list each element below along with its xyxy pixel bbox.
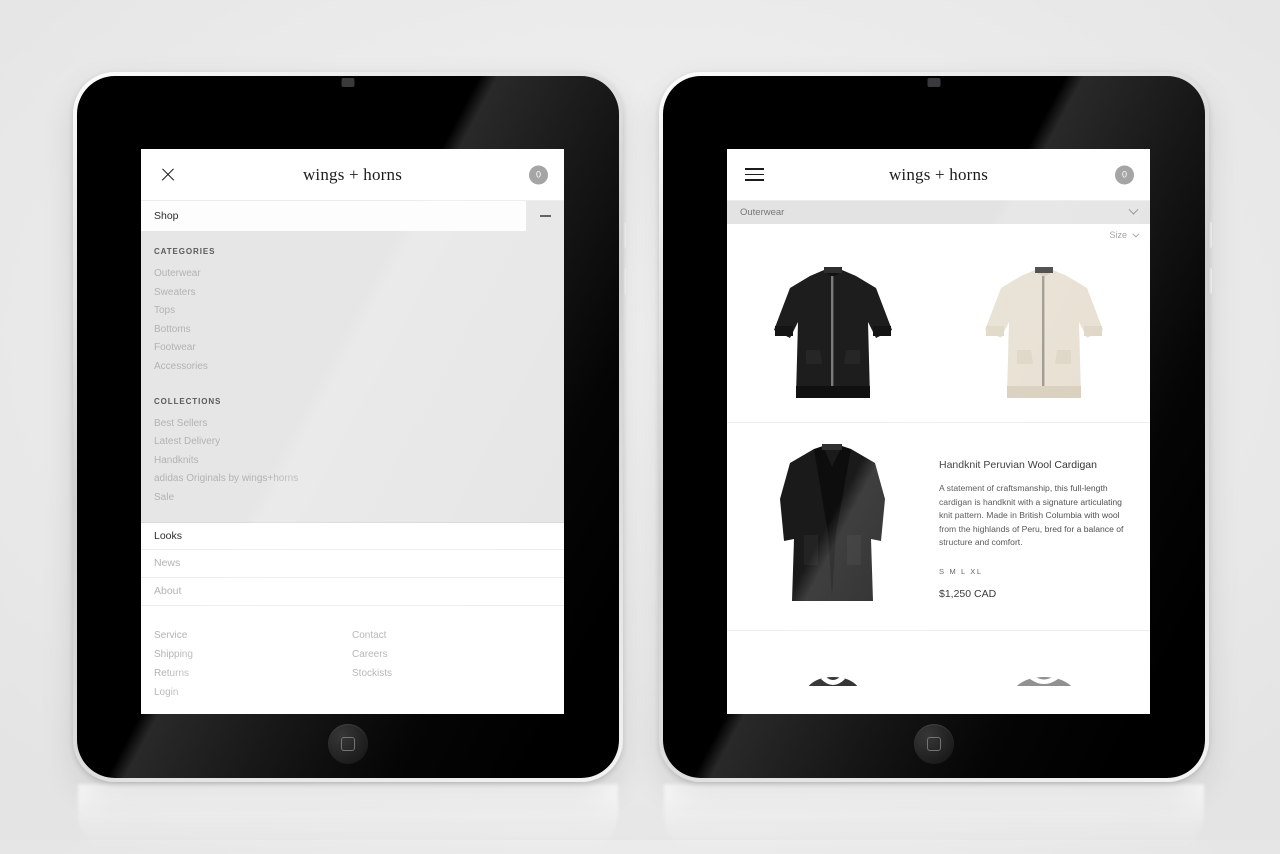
- volume-up-button[interactable]: [622, 222, 626, 248]
- sidebar-item-bottoms[interactable]: Bottoms: [154, 321, 564, 340]
- sidebar-item-handknits[interactable]: Handknits: [154, 452, 564, 471]
- right-screen: wings + horns 0 Outerwear Size Handknit …: [727, 149, 1150, 714]
- product-title: Handknit Peruvian Wool Cardigan: [939, 459, 1097, 471]
- chevron-down-icon: [1132, 230, 1140, 238]
- black-zip-cardigan-image: [773, 267, 892, 398]
- collections-heading: COLLECTIONS: [154, 396, 222, 406]
- sidebar-item-shop[interactable]: Shop: [141, 201, 526, 231]
- featured-product-row: Handknit Peruvian Wool Cardigan A statem…: [727, 423, 1150, 631]
- sidebar-item-accessories[interactable]: Accessories: [154, 358, 564, 377]
- footer-link-login[interactable]: Login: [154, 683, 352, 702]
- sidebar-item-latest-delivery[interactable]: Latest Delivery: [154, 433, 564, 452]
- right-tablet-bezel: wings + horns 0 Outerwear Size Handknit …: [663, 76, 1205, 778]
- left-tablet-device: wings + horns 0 Shop CATEGORIES Outerwea…: [73, 72, 626, 782]
- home-button[interactable]: [914, 724, 954, 764]
- nav-shop-row: Shop: [141, 201, 564, 231]
- product-grid-row: [727, 246, 1150, 423]
- product-price: $1,250 CAD: [939, 587, 997, 600]
- product-sizes[interactable]: S M L XL: [939, 567, 1129, 576]
- sidebar-item-sweaters[interactable]: Sweaters: [154, 284, 564, 303]
- close-icon: [160, 167, 176, 183]
- product-description: A statement of craftsmanship, this full-…: [939, 483, 1124, 547]
- sidebar-item-footwear[interactable]: Footwear: [154, 339, 564, 358]
- size-filter-label: Size: [1109, 230, 1127, 240]
- footer-link-stockists[interactable]: Stockists: [352, 664, 550, 683]
- sidebar-item-best-sellers[interactable]: Best Sellers: [154, 415, 564, 434]
- close-menu-button[interactable]: [157, 164, 179, 186]
- featured-product-image-cell[interactable]: [740, 437, 925, 612]
- home-button[interactable]: [328, 724, 368, 764]
- product-card[interactable]: [738, 669, 928, 686]
- left-screen: wings + horns 0 Shop CATEGORIES Outerwea…: [141, 149, 564, 714]
- home-square-icon: [927, 737, 941, 751]
- volume-down-button[interactable]: [622, 268, 626, 294]
- categories-heading: CATEGORIES: [154, 247, 216, 256]
- sidebar-item-adidas-originals[interactable]: adidas Originals by wings+horns: [154, 470, 564, 489]
- hamburger-icon: [744, 168, 764, 181]
- next-product-row: [727, 631, 1150, 686]
- home-square-icon: [341, 737, 355, 751]
- open-menu-button[interactable]: [743, 164, 765, 186]
- product-card[interactable]: [738, 256, 928, 406]
- right-tablet-device: wings + horns 0 Outerwear Size Handknit …: [659, 72, 1212, 782]
- left-device-reflection: [78, 784, 618, 854]
- shop-submenu: CATEGORIES Outerwear Sweaters Tops Botto…: [141, 231, 564, 522]
- size-filter-dropdown[interactable]: Size: [727, 224, 1150, 246]
- footer-links: Service Shipping Returns Login Contact C…: [141, 605, 564, 714]
- footer-link-shipping[interactable]: Shipping: [154, 645, 352, 664]
- footer-column-two: Contact Careers Stockists: [352, 626, 550, 714]
- left-tablet-bezel: wings + horns 0 Shop CATEGORIES Outerwea…: [77, 76, 619, 778]
- minus-icon: [539, 215, 551, 217]
- product-card[interactable]: [949, 669, 1139, 686]
- cart-badge[interactable]: 0: [1115, 165, 1134, 184]
- brand-logo: wings + horns: [888, 164, 989, 184]
- front-camera-icon: [927, 78, 941, 87]
- footer-column-one: Service Shipping Returns Login: [154, 626, 352, 714]
- sidebar-item-tops[interactable]: Tops: [154, 302, 564, 321]
- footer-link-returns[interactable]: Returns: [154, 664, 352, 683]
- right-app-header: wings + horns 0: [727, 149, 1150, 201]
- cart-badge[interactable]: 0: [529, 165, 548, 184]
- footer-link-careers[interactable]: Careers: [352, 645, 550, 664]
- sidebar-item-outerwear[interactable]: Outerwear: [154, 265, 564, 284]
- chevron-down-icon: [1128, 204, 1139, 215]
- front-camera-icon: [341, 78, 355, 87]
- shop-label: Shop: [154, 210, 179, 222]
- left-app-header: wings + horns 0: [141, 149, 564, 201]
- volume-up-button[interactable]: [1208, 222, 1212, 248]
- featured-product-info: Handknit Peruvian Wool Cardigan A statem…: [939, 437, 1129, 612]
- footer-link-contact[interactable]: Contact: [352, 626, 550, 645]
- collapse-shop-button[interactable]: [526, 201, 564, 231]
- sidebar-item-looks[interactable]: Looks: [141, 521, 564, 550]
- cream-zip-cardigan-image: [985, 267, 1104, 398]
- grey-garment-partial-image: [1017, 676, 1072, 686]
- sidebar-item-about[interactable]: About: [141, 577, 564, 606]
- brand-logo: wings + horns: [302, 164, 403, 184]
- long-black-cardigan-image: [780, 444, 885, 601]
- navigation-menu: Shop CATEGORIES Outerwear Sweaters Tops …: [141, 201, 564, 714]
- category-filter-label: Outerwear: [740, 207, 785, 218]
- sidebar-item-sale[interactable]: Sale: [154, 489, 564, 508]
- volume-down-button[interactable]: [1208, 268, 1212, 294]
- category-filter-dropdown[interactable]: Outerwear: [727, 201, 1150, 224]
- sidebar-item-news[interactable]: News: [141, 549, 564, 578]
- product-card[interactable]: [949, 256, 1139, 406]
- black-garment-partial-image: [808, 676, 858, 686]
- footer-link-service[interactable]: Service: [154, 626, 352, 645]
- right-device-reflection: [664, 784, 1204, 854]
